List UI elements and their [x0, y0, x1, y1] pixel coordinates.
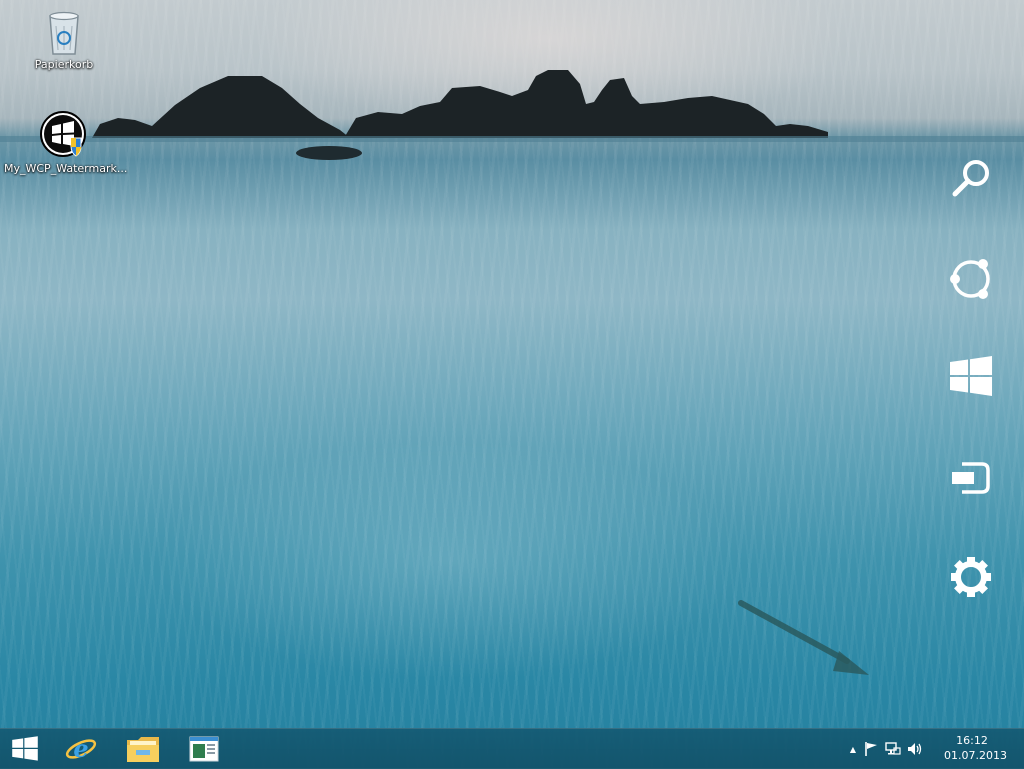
gear-icon — [951, 557, 991, 597]
search-icon — [952, 160, 989, 197]
speaker-icon[interactable] — [904, 741, 926, 757]
flag-icon[interactable] — [860, 741, 882, 757]
arrow-annotation — [738, 600, 869, 675]
windows-logo-icon — [950, 356, 992, 396]
taskbar-app-window[interactable] — [182, 729, 226, 769]
taskbar-clock[interactable]: 16:12 01.07.2013 — [944, 733, 1007, 763]
share-icon — [950, 259, 990, 299]
desktop-icon-wcp-watermark[interactable]: My_WCP_Watermark... — [4, 110, 128, 175]
desktop-icon-recycle-bin[interactable]: Papierkorb — [4, 8, 124, 71]
charm-start[interactable] — [946, 352, 996, 402]
taskbar-start-button[interactable] — [0, 729, 50, 769]
charm-devices[interactable] — [946, 452, 996, 502]
rock-silhouettes — [0, 70, 1024, 160]
charm-settings[interactable] — [946, 552, 996, 602]
tray-chevron-icon[interactable]: ▲ — [846, 745, 860, 754]
desktop-icon-label: Papierkorb — [34, 58, 94, 71]
charm-share[interactable] — [946, 253, 996, 303]
devices-icon — [952, 462, 990, 494]
desktop-icon-label: My_WCP_Watermark... — [4, 162, 128, 175]
taskbar-internet-explorer[interactable]: e — [60, 729, 102, 769]
folder-icon — [127, 737, 159, 762]
system-tray: ▲ — [846, 729, 926, 769]
taskbar: e ▲ 16:12 01.07.2013 — [0, 728, 1024, 769]
clock-date: 01.07.2013 — [944, 749, 1007, 762]
svg-text:e: e — [73, 734, 88, 763]
window-icon — [189, 736, 219, 762]
windows-shield-icon — [40, 111, 86, 157]
network-icon[interactable] — [882, 741, 904, 757]
recycle-bin-icon — [49, 11, 79, 55]
clock-time: 16:12 — [956, 734, 988, 747]
windows-logo-icon — [12, 736, 38, 761]
taskbar-file-explorer[interactable] — [120, 729, 166, 769]
ie-icon: e — [65, 734, 97, 763]
charm-search[interactable] — [946, 153, 996, 203]
